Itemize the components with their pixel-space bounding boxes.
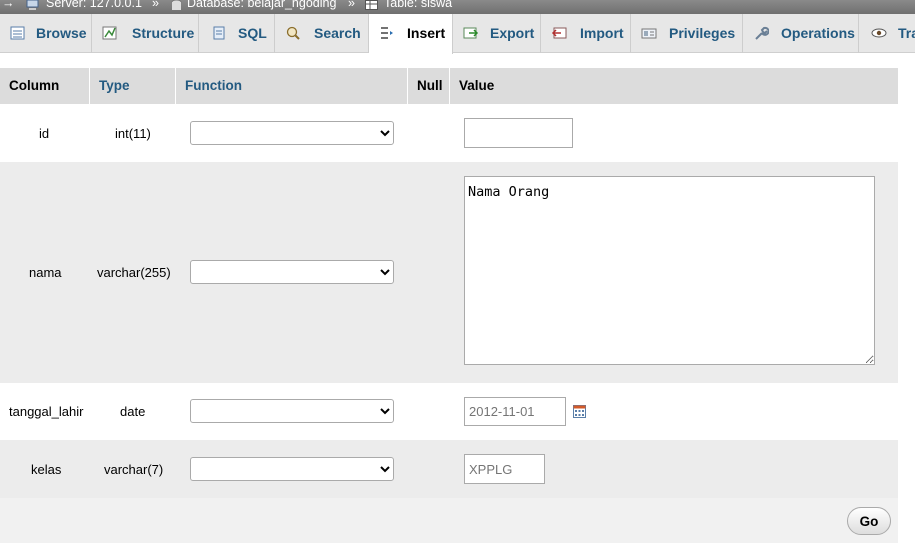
value-input-kelas[interactable] [464, 454, 545, 484]
tab-insert[interactable]: Insert [369, 14, 453, 54]
table-row: tanggal_lahir date [0, 383, 898, 440]
header-null: Null [408, 68, 450, 104]
privileges-icon [641, 28, 657, 39]
browse-icon [10, 26, 25, 40]
function-select[interactable] [190, 457, 394, 481]
table-icon [365, 0, 378, 10]
breadcrumb-arrow: → [2, 0, 15, 10]
form-footer [0, 498, 898, 543]
breadcrumb-table[interactable]: Table: siswa [384, 0, 452, 9]
tab-sql[interactable]: SQL [199, 14, 275, 53]
tab-label: Export [490, 25, 535, 41]
function-select[interactable] [190, 399, 394, 423]
import-icon [551, 27, 567, 39]
tab-structure[interactable]: Structure [92, 14, 199, 53]
breadcrumb-separator: » [152, 0, 159, 10]
column-type: varchar(255) [97, 265, 171, 280]
column-name: id [39, 126, 50, 141]
tab-label: Structure [132, 25, 195, 41]
tab-label: Operations [781, 25, 855, 41]
tab-import[interactable]: Import [541, 14, 631, 53]
column-name: nama [29, 265, 62, 280]
header-column: Column [0, 68, 90, 104]
eye-icon [871, 28, 887, 38]
value-input-id[interactable] [464, 118, 573, 148]
header-function[interactable]: Function [176, 68, 408, 104]
header-value: Value [459, 78, 495, 93]
tab-tracking[interactable]: Tra [859, 14, 915, 53]
column-type: date [120, 404, 146, 419]
calendar-icon[interactable] [573, 405, 586, 418]
insert-icon [381, 27, 393, 39]
tab-label: Privileges [669, 25, 736, 41]
value-input-date[interactable] [464, 397, 566, 426]
tab-privileges[interactable]: Privileges [631, 14, 743, 53]
column-type: varchar(7) [104, 462, 164, 477]
function-select[interactable] [190, 260, 394, 284]
structure-icon [102, 26, 117, 40]
tab-browse[interactable]: Browse [0, 14, 92, 53]
tab-label: Browse [36, 25, 87, 41]
column-name: tanggal_lahir [9, 404, 84, 419]
tab-label: Insert [407, 25, 446, 41]
breadcrumb-database[interactable]: Database: belajar_ngoding [187, 0, 336, 9]
tab-label: Search [314, 25, 361, 41]
tab-export[interactable]: Export [453, 14, 541, 53]
tab-bar: Browse Structure SQL Search Insert Expor… [0, 14, 915, 54]
database-icon [171, 0, 182, 10]
export-icon [463, 27, 479, 39]
breadcrumb: → Server: 127.0.0.1 » Database: belajar_… [0, 0, 915, 14]
search-icon [286, 26, 300, 40]
go-button[interactable]: Go [847, 507, 891, 535]
tab-label: Tra [898, 25, 915, 41]
value-textarea-nama[interactable]: Nama Orang [464, 176, 875, 365]
server-icon [26, 0, 39, 10]
column-type: int(11) [115, 126, 151, 141]
sql-icon [213, 26, 225, 40]
wrench-icon [755, 26, 769, 40]
table-row: nama varchar(255) Nama Orang [0, 162, 898, 383]
table-row: kelas varchar(7) [0, 440, 898, 498]
function-select[interactable] [190, 121, 394, 145]
table-header: Column Type Function Null Value [0, 68, 898, 104]
header-type[interactable]: Type [90, 68, 176, 104]
tab-operations[interactable]: Operations [743, 14, 859, 53]
breadcrumb-server[interactable]: Server: 127.0.0.1 [46, 0, 142, 9]
tab-search[interactable]: Search [275, 14, 369, 53]
tab-label: Import [580, 25, 624, 41]
tab-label: SQL [238, 25, 267, 41]
breadcrumb-separator: » [348, 0, 355, 10]
table-row: id int(11) [0, 104, 898, 162]
column-name: kelas [31, 462, 62, 477]
